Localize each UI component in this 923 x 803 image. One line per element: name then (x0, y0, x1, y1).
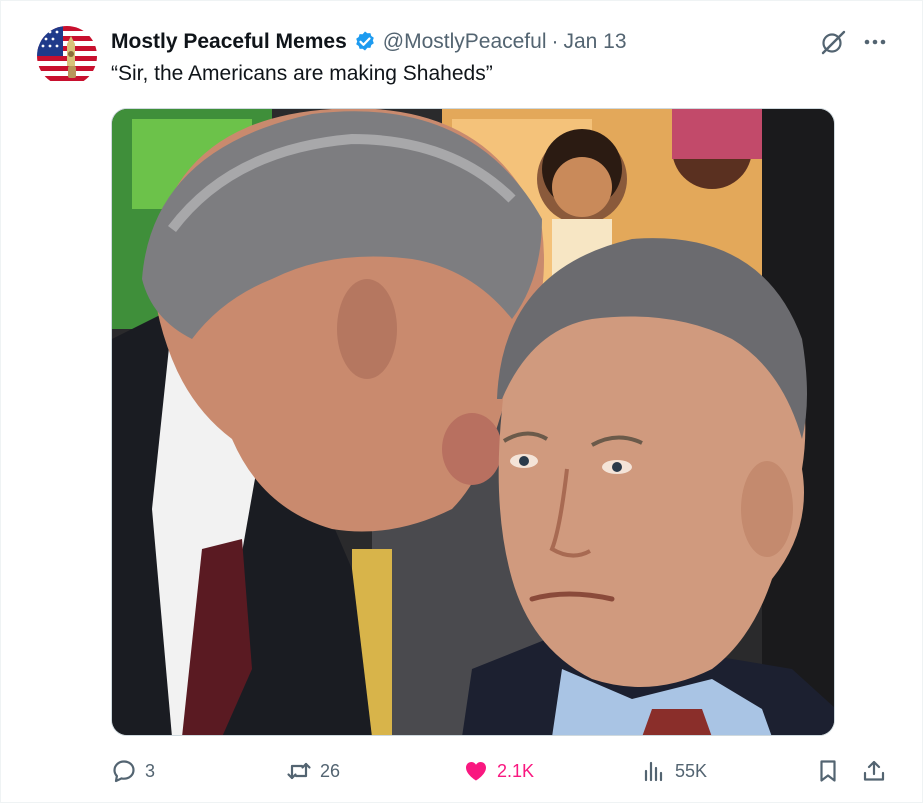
flag-avatar-icon (37, 26, 97, 86)
repost-icon (287, 762, 311, 780)
author-display-name[interactable]: Mostly Peaceful Memes (111, 30, 347, 54)
views-chart-icon (644, 761, 663, 782)
views-count: 55K (675, 760, 708, 781)
like-count: 2.1K (497, 760, 535, 781)
heart-filled-icon (466, 762, 486, 781)
author-avatar[interactable] (37, 26, 97, 86)
post-date[interactable]: Jan 13 (563, 30, 626, 54)
reply-icon (113, 760, 135, 783)
repost-count: 26 (320, 760, 341, 781)
views-button[interactable]: 55K (641, 751, 707, 791)
tweet-header: Mostly Peaceful Memes @MostlyPeaceful · … (111, 28, 627, 56)
tweet-card[interactable]: Mostly Peaceful Memes @MostlyPeaceful · … (0, 0, 923, 803)
share-button[interactable] (861, 751, 887, 791)
bookmark-icon (820, 760, 836, 782)
verified-badge-icon (353, 30, 377, 54)
photo-image (112, 109, 834, 735)
tweet-media-photo[interactable] (111, 108, 835, 736)
share-icon (863, 760, 885, 781)
author-handle[interactable]: @MostlyPeaceful (383, 30, 547, 54)
separator-dot: · (551, 30, 559, 53)
reply-button[interactable]: 3 (111, 751, 155, 791)
grok-icon[interactable] (819, 28, 847, 56)
reply-count: 3 (145, 760, 156, 781)
tweet-text: “Sir, the Americans are making Shaheds” (111, 62, 493, 85)
more-options-icon[interactable] (861, 30, 889, 54)
action-bar: 3 26 2.1K 55K (1, 751, 923, 791)
bookmark-button[interactable] (815, 751, 841, 791)
like-button[interactable]: 2.1K (463, 751, 534, 791)
repost-button[interactable]: 26 (286, 751, 340, 791)
